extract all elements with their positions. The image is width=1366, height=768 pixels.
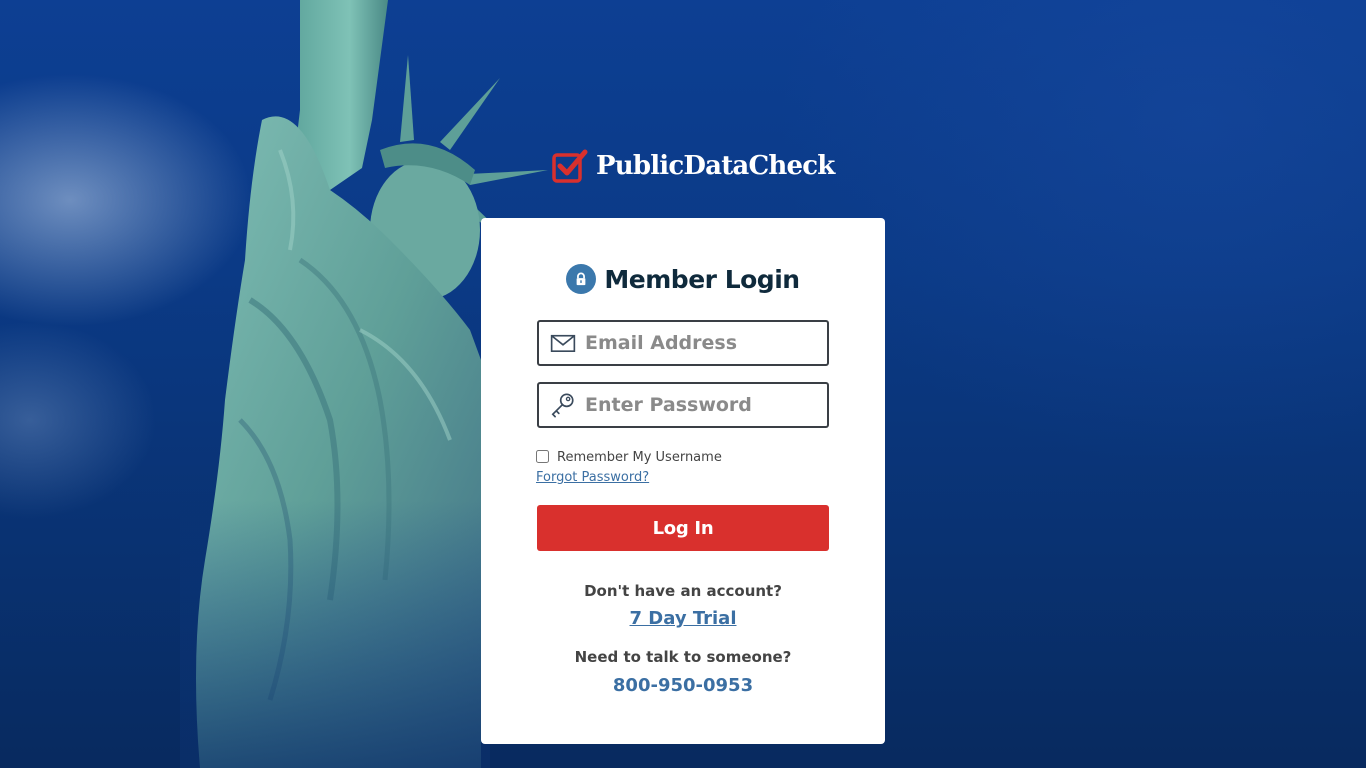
checkbox-check-icon: [552, 149, 588, 183]
remember-username-label: Remember My Username: [557, 450, 722, 465]
page-title: Member Login: [604, 264, 800, 294]
phone-link[interactable]: 800-950-0953: [481, 675, 885, 696]
password-input[interactable]: [585, 394, 813, 416]
login-button[interactable]: Log In: [537, 505, 829, 551]
key-icon: [549, 391, 577, 419]
signup-prompt: Don't have an account?: [584, 582, 782, 600]
password-field-wrapper[interactable]: [537, 382, 829, 428]
login-title-row: Member Login: [0, 264, 1366, 294]
login-page: PublicDataCheck Member Login Email Addre…: [0, 0, 1366, 768]
brand-name: PublicDataCheck: [596, 151, 835, 181]
email-input[interactable]: [585, 332, 813, 354]
email-field-wrapper[interactable]: [537, 320, 829, 366]
contact-prompt: Need to talk to someone?: [574, 648, 792, 666]
envelope-icon: [549, 329, 577, 357]
remember-username-checkbox[interactable]: [536, 450, 549, 463]
brand-logo[interactable]: PublicDataCheck: [552, 148, 835, 184]
remember-username-row[interactable]: Remember My Username: [536, 449, 722, 465]
lock-icon: [566, 264, 597, 294]
trial-link[interactable]: 7 Day Trial: [481, 608, 885, 629]
forgot-password-link[interactable]: Forgot Password?: [536, 470, 649, 485]
